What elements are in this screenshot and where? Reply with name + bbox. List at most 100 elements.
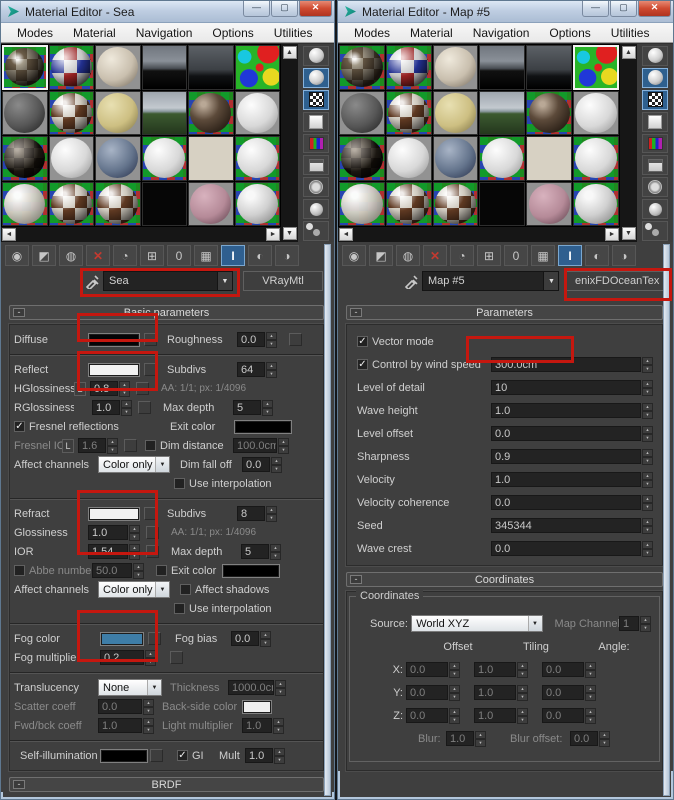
checkbox-box[interactable] (174, 478, 185, 489)
map-type-button[interactable]: enixFDOceanTex (565, 271, 669, 291)
reset-map-icon[interactable]: ✕ (86, 245, 110, 266)
material-sample-slot-selected[interactable] (573, 45, 619, 90)
material-sample-slot[interactable] (95, 136, 141, 181)
seed-input[interactable]: 345344 (491, 518, 641, 533)
get-material-icon[interactable]: ◉ (342, 245, 366, 266)
scroll-right-icon[interactable]: ► (605, 228, 619, 241)
collapse-icon[interactable]: - (350, 575, 362, 584)
spin-up-icon[interactable]: ▲ (517, 684, 528, 693)
material-sample-slot[interactable] (573, 136, 619, 181)
spin-up-icon[interactable]: ▲ (121, 399, 132, 408)
roughness-spinner[interactable]: 0.0 ▲ ▼ (237, 331, 277, 348)
spin-up-icon[interactable]: ▲ (119, 380, 130, 389)
spinner-buttons[interactable]: ▲ ▼ (449, 707, 460, 724)
spinner-buttons[interactable]: ▲ ▼ (585, 661, 596, 678)
make-preview-icon[interactable] (303, 155, 329, 176)
spin-down-icon[interactable]: ▼ (517, 692, 528, 701)
options-icon[interactable] (303, 177, 329, 198)
background-icon[interactable] (303, 89, 329, 110)
fwd-bck-coeff-input[interactable]: 1.0 (98, 718, 142, 733)
velocity-spinner[interactable]: 1.0 ▲ ▼ (491, 471, 653, 488)
spin-down-icon[interactable]: ▼ (642, 433, 653, 442)
spinner-buttons[interactable]: ▲ ▼ (517, 661, 528, 678)
lock-button[interactable]: L (74, 381, 86, 396)
material-sample-slot[interactable] (141, 45, 187, 90)
offset-y-input[interactable]: 0.0 (406, 685, 448, 700)
velocity-coherence-spinner[interactable]: 0.0 ▲ ▼ (491, 494, 653, 511)
spin-down-icon[interactable]: ▼ (585, 715, 596, 724)
reflect-use-interpolation-checkbox[interactable]: Use interpolation (174, 478, 272, 490)
material-sample-slot[interactable] (479, 181, 526, 226)
slots-vertical-scrollbar[interactable]: ▲ ▼ (620, 44, 637, 242)
tiling-z-input[interactable]: 1.0 (474, 708, 516, 723)
material-sample-slot[interactable] (48, 181, 94, 226)
backlight-icon[interactable] (642, 67, 668, 88)
spinner-buttons[interactable]: ▲ ▼ (275, 679, 286, 696)
level-offset-input[interactable]: 0.0 (491, 426, 641, 441)
spinner-buttons[interactable]: ▲ ▼ (642, 448, 653, 465)
spinner-buttons[interactable]: ▲ ▼ (129, 524, 140, 541)
close-button[interactable]: ✕ (299, 1, 332, 17)
spin-up-icon[interactable]: ▲ (642, 448, 653, 457)
spin-up-icon[interactable]: ▲ (599, 730, 610, 739)
menu-item-utilities[interactable]: Utilities (266, 25, 321, 41)
menu-item-options[interactable]: Options (541, 25, 598, 41)
spinner-buttons[interactable]: ▲ ▼ (517, 684, 528, 701)
spinner-buttons[interactable]: ▲ ▼ (642, 494, 653, 511)
material-sample-slot[interactable] (339, 136, 385, 181)
spin-down-icon[interactable]: ▼ (107, 445, 118, 454)
checkbox-box[interactable]: ✓ (14, 421, 25, 432)
material-name-dropdown[interactable]: Sea ▼ (103, 271, 233, 291)
map-slot-button[interactable] (146, 545, 159, 558)
abbe-number-input[interactable]: 50.0 (92, 563, 132, 578)
angle-z-spinner[interactable]: 0.0 ▲ ▼ (542, 707, 596, 724)
refract-exit-color-swatch[interactable] (222, 563, 280, 578)
diffuse-color-swatch[interactable] (88, 332, 140, 347)
spin-down-icon[interactable]: ▼ (517, 715, 528, 724)
spin-up-icon[interactable]: ▲ (449, 707, 460, 716)
assign-material-to-selection-icon[interactable]: ◍ (59, 245, 83, 266)
select-by-material-icon[interactable] (303, 199, 329, 220)
material-sample-slot[interactable] (141, 90, 187, 135)
scroll-up-icon[interactable]: ▲ (621, 46, 636, 59)
wind-speed-input[interactable]: 300.0cm (491, 357, 641, 372)
reflect-exit-color-swatch[interactable] (234, 419, 292, 434)
tiling-z-spinner[interactable]: 1.0 ▲ ▼ (474, 707, 528, 724)
spin-up-icon[interactable]: ▲ (517, 707, 528, 716)
vector-mode-checkbox[interactable]: ✓ Vector mode (357, 336, 434, 348)
spinner-buttons[interactable]: ▲ ▼ (642, 425, 653, 442)
spinner-buttons[interactable]: ▲ ▼ (266, 505, 277, 522)
maximize-button[interactable]: ▢ (271, 1, 298, 17)
slots-vertical-scrollbar[interactable]: ▲ ▼ (281, 44, 298, 242)
material-sample-slot[interactable] (339, 90, 385, 135)
lock-button[interactable]: L (62, 438, 74, 453)
menu-item-modes[interactable]: Modes (9, 25, 61, 41)
material-sample-slot[interactable] (95, 181, 141, 226)
refract-exit-color-checkbox[interactable]: Exit color (156, 565, 222, 577)
material-sample-slot[interactable] (95, 90, 141, 135)
spinner-buttons[interactable]: ▲ ▼ (585, 684, 596, 701)
refract-max-depth-spinner[interactable]: 5 ▲ ▼ (241, 543, 281, 560)
spin-up-icon[interactable]: ▲ (640, 615, 651, 624)
map-name-dropdown[interactable]: Map #5 ▼ (421, 271, 560, 291)
spinner-buttons[interactable]: ▲ ▼ (270, 543, 281, 560)
level-of-detail-input[interactable]: 10 (491, 380, 641, 395)
fog-color-swatch[interactable] (100, 631, 144, 646)
menu-item-navigation[interactable]: Navigation (128, 25, 201, 41)
material-sample-slot[interactable] (526, 45, 573, 90)
spin-up-icon[interactable]: ▲ (145, 649, 156, 658)
scroll-right-icon[interactable]: ► (266, 228, 280, 241)
material-sample-slot[interactable] (234, 181, 280, 226)
refract-map-button[interactable] (144, 507, 157, 520)
reflect-subdivs-input[interactable]: 64 (237, 362, 265, 377)
dim-distance-input[interactable]: 100.0cm (233, 438, 277, 453)
spinner-buttons[interactable]: ▲ ▼ (449, 684, 460, 701)
sample-uv-tiling-icon[interactable] (642, 111, 668, 132)
thickness-input[interactable]: 1000.0cm (228, 680, 274, 695)
material-sample-slot[interactable] (432, 136, 479, 181)
collapse-icon[interactable]: - (13, 308, 25, 317)
go-forward-to-sibling-icon[interactable]: ◑ (275, 245, 299, 266)
material-sample-slot[interactable] (385, 45, 432, 90)
material-sample-slot[interactable] (573, 181, 619, 226)
chevron-down-icon[interactable]: ▼ (147, 680, 161, 695)
